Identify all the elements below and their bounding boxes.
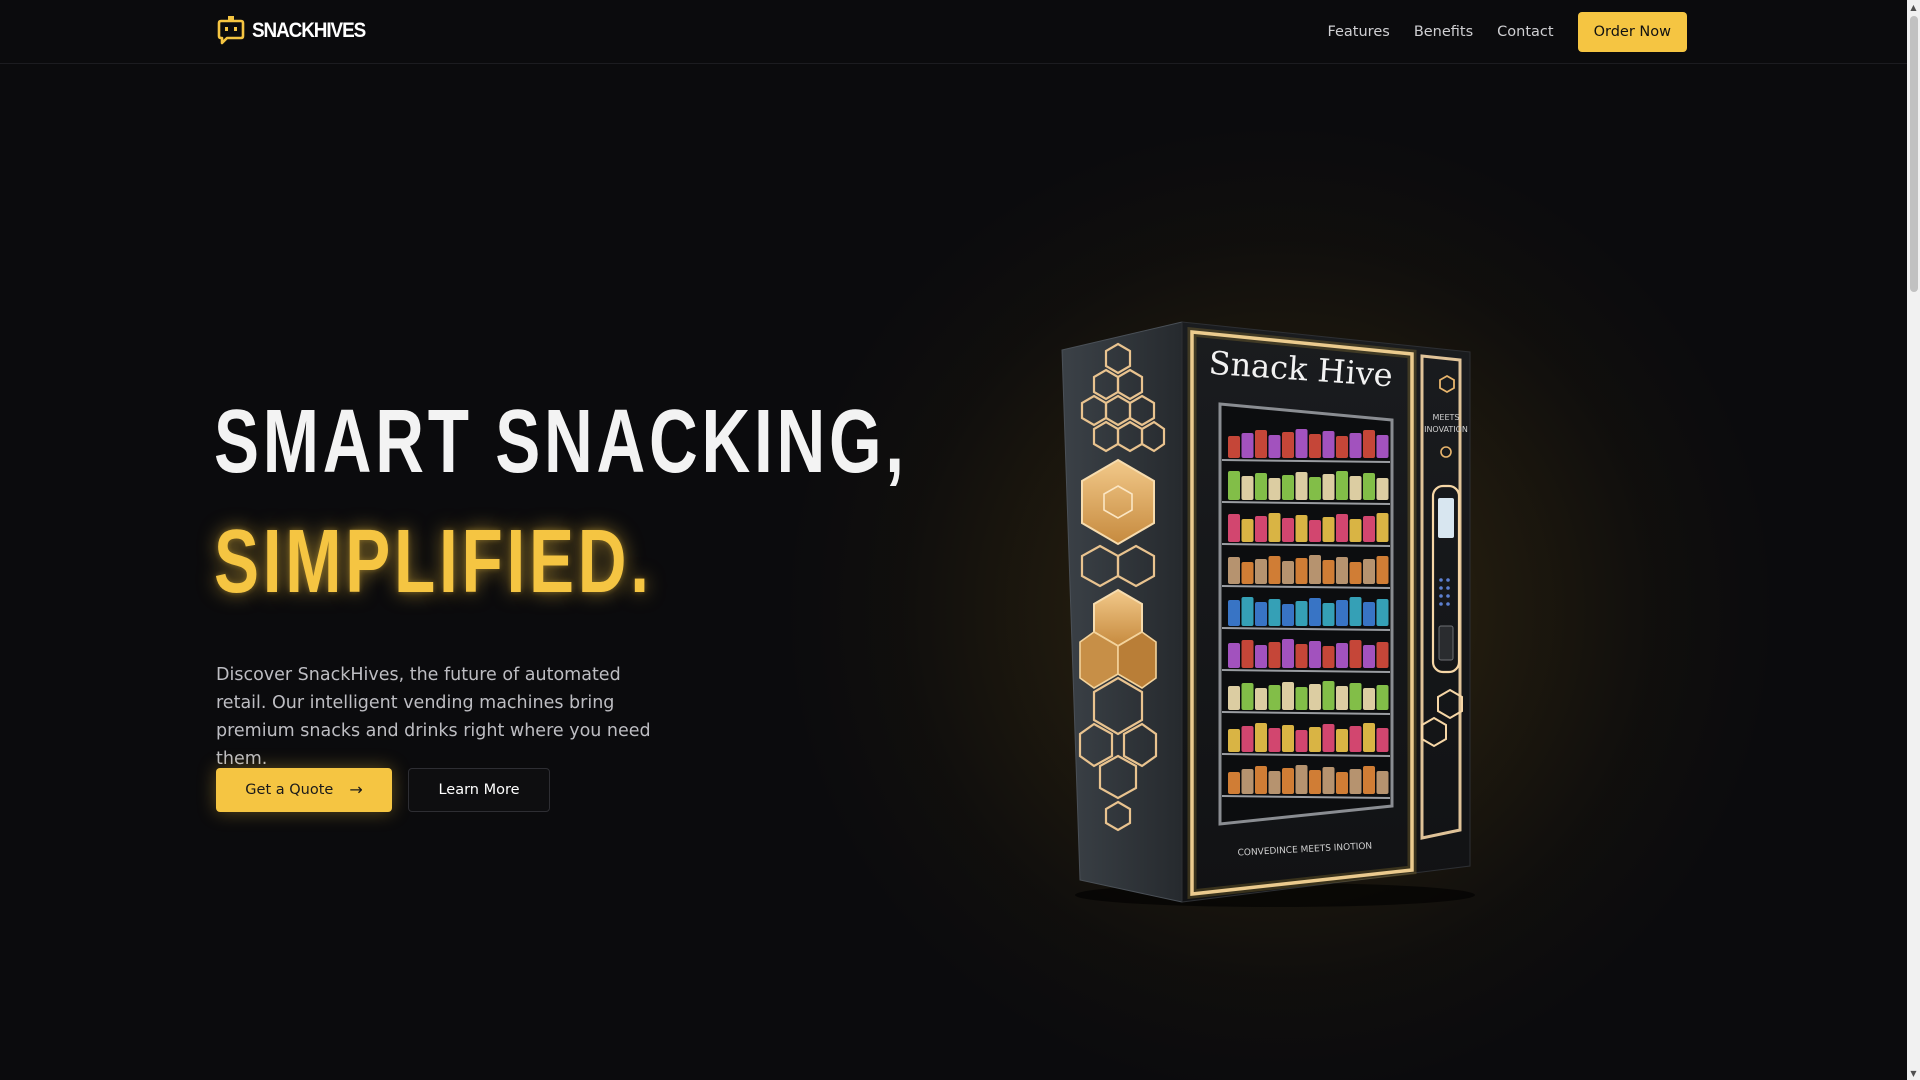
main-nav: Features Benefits Contact Order Now [1327, 12, 1687, 52]
vending-machine-image: Snack Hive MEETS INOVATION CONVEDINCE ME… [1050, 310, 1500, 910]
learn-more-button[interactable]: Learn More [408, 768, 550, 812]
site-header: SNACKHIVES Features Benefits Contact Ord… [0, 0, 1907, 64]
page-scrollbar[interactable]: ▲ ▼ [1907, 0, 1920, 1080]
nav-link-benefits[interactable]: Benefits [1414, 24, 1473, 40]
hero-title-line-1: SMART SNACKING, [214, 392, 908, 492]
brand-logo[interactable]: SNACKHIVES [216, 15, 378, 47]
get-a-quote-button[interactable]: Get a Quote → [216, 768, 392, 812]
machine-side-text-2: INOVATION [1424, 425, 1468, 434]
hero-title: SMART SNACKING, SIMPLIFIED. [214, 382, 908, 622]
cta-group: Get a Quote → Learn More [216, 768, 550, 812]
brand-name: SNACKHIVES [252, 19, 366, 42]
scrollbar-thumb[interactable] [1910, 16, 1918, 292]
arrow-right-icon: → [349, 780, 363, 799]
nav-link-contact[interactable]: Contact [1497, 24, 1553, 40]
order-now-button[interactable]: Order Now [1577, 12, 1687, 52]
machine-side-text-1: MEETS [1433, 413, 1460, 422]
hero-description: Discover SnackHives, the future of autom… [216, 665, 651, 769]
landing-page: SNACKHIVES Features Benefits Contact Ord… [0, 0, 1920, 1080]
scroll-up-arrow-icon[interactable]: ▲ [1907, 0, 1920, 14]
vending-machine-illustration: Snack Hive MEETS INOVATION CONVEDINCE ME… [1061, 321, 1475, 907]
hero-title-line-2: SIMPLIFIED. [214, 512, 653, 612]
chat-bubble-logo-icon [217, 16, 245, 45]
nav-link-features[interactable]: Features [1327, 24, 1389, 40]
get-a-quote-label: Get a Quote [245, 782, 334, 798]
scroll-down-arrow-icon[interactable]: ▼ [1907, 1066, 1920, 1080]
